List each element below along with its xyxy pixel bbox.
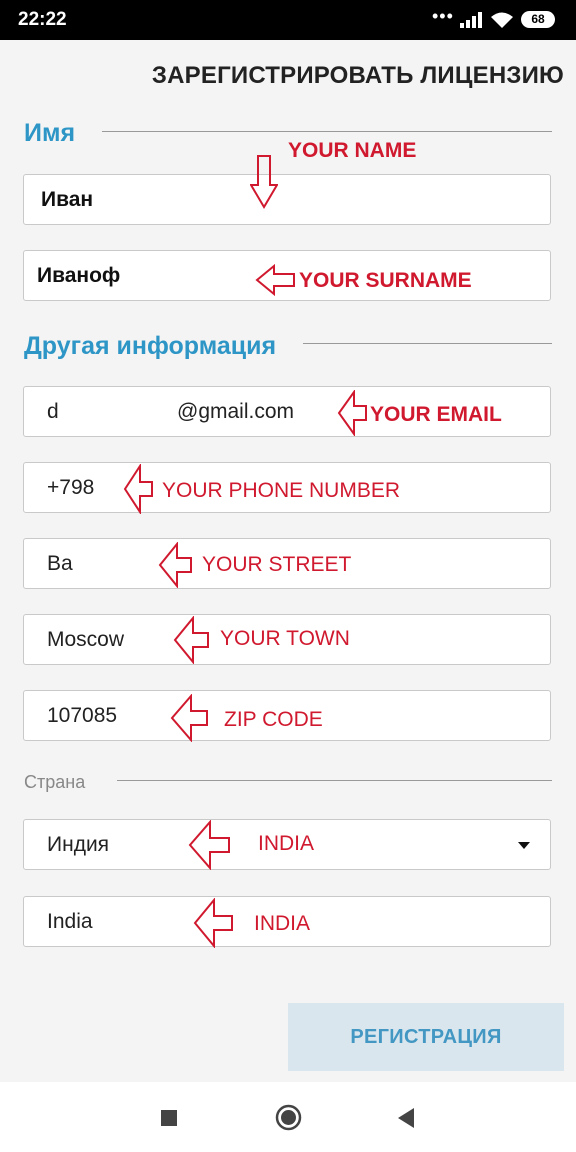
section-divider bbox=[102, 131, 552, 132]
annotation-street: YOUR STREET bbox=[202, 553, 352, 576]
section-divider bbox=[303, 343, 552, 344]
town-value: Moscow bbox=[47, 628, 125, 651]
register-button[interactable]: РЕГИСТРАЦИЯ bbox=[288, 1003, 564, 1071]
dropdown-caret-icon bbox=[518, 842, 530, 849]
section-other-heading: Другая информация bbox=[24, 332, 277, 360]
wifi-icon bbox=[491, 12, 513, 28]
arrow-down-icon bbox=[250, 155, 278, 209]
annotation-zip: ZIP CODE bbox=[224, 708, 323, 731]
battery-icon: 68 bbox=[521, 11, 555, 28]
arrow-left-icon bbox=[188, 820, 230, 870]
surname-value: Иванoф bbox=[37, 264, 121, 287]
arrow-left-icon bbox=[193, 898, 233, 948]
arrow-left-icon bbox=[173, 616, 209, 664]
annotation-surname: YOUR SURNAME bbox=[299, 269, 472, 292]
street-value: Ba bbox=[47, 552, 73, 575]
notification-dots: ••• bbox=[432, 6, 454, 26]
section-name-heading: Имя bbox=[24, 119, 76, 147]
annotation-name: YOUR NAME bbox=[288, 139, 417, 162]
arrow-left-icon bbox=[170, 694, 208, 742]
arrow-left-icon bbox=[123, 464, 153, 514]
zip-value: 107085 bbox=[47, 704, 118, 727]
nav-home-icon[interactable] bbox=[275, 1104, 302, 1131]
annotation-phone: YOUR PHONE NUMBER bbox=[162, 479, 401, 502]
nav-recents-icon[interactable] bbox=[160, 1109, 178, 1127]
first-name-value: Иван bbox=[41, 188, 94, 211]
status-time: 22:22 bbox=[18, 9, 67, 30]
arrow-left-icon bbox=[337, 390, 367, 436]
section-divider bbox=[117, 780, 552, 781]
arrow-left-icon bbox=[255, 264, 295, 296]
annotation-country-select: INDIA bbox=[258, 832, 315, 855]
annotation-country-text: INDIA bbox=[254, 912, 311, 935]
country-text-value: India bbox=[47, 910, 93, 933]
navigation-bar bbox=[0, 1082, 576, 1152]
status-bar: 22:22 ••• 68 bbox=[0, 0, 576, 40]
email-domain: @gmail.com bbox=[177, 400, 295, 423]
annotation-email: YOUR EMAIL bbox=[370, 403, 502, 426]
annotation-town: YOUR TOWN bbox=[220, 627, 350, 650]
country-label: Страна bbox=[24, 772, 86, 792]
phone-value: +798 bbox=[47, 476, 95, 499]
arrow-left-icon bbox=[158, 542, 192, 588]
page-title: ЗАРЕГИСТРИРОВАТЬ ЛИЦЕНЗИЮ bbox=[151, 62, 564, 89]
signal-icon bbox=[460, 12, 482, 28]
first-name-field[interactable]: Иван bbox=[23, 174, 551, 225]
nav-back-icon[interactable] bbox=[396, 1107, 415, 1129]
email-prefix: d bbox=[47, 400, 59, 423]
country-select-value: Индия bbox=[47, 833, 110, 856]
